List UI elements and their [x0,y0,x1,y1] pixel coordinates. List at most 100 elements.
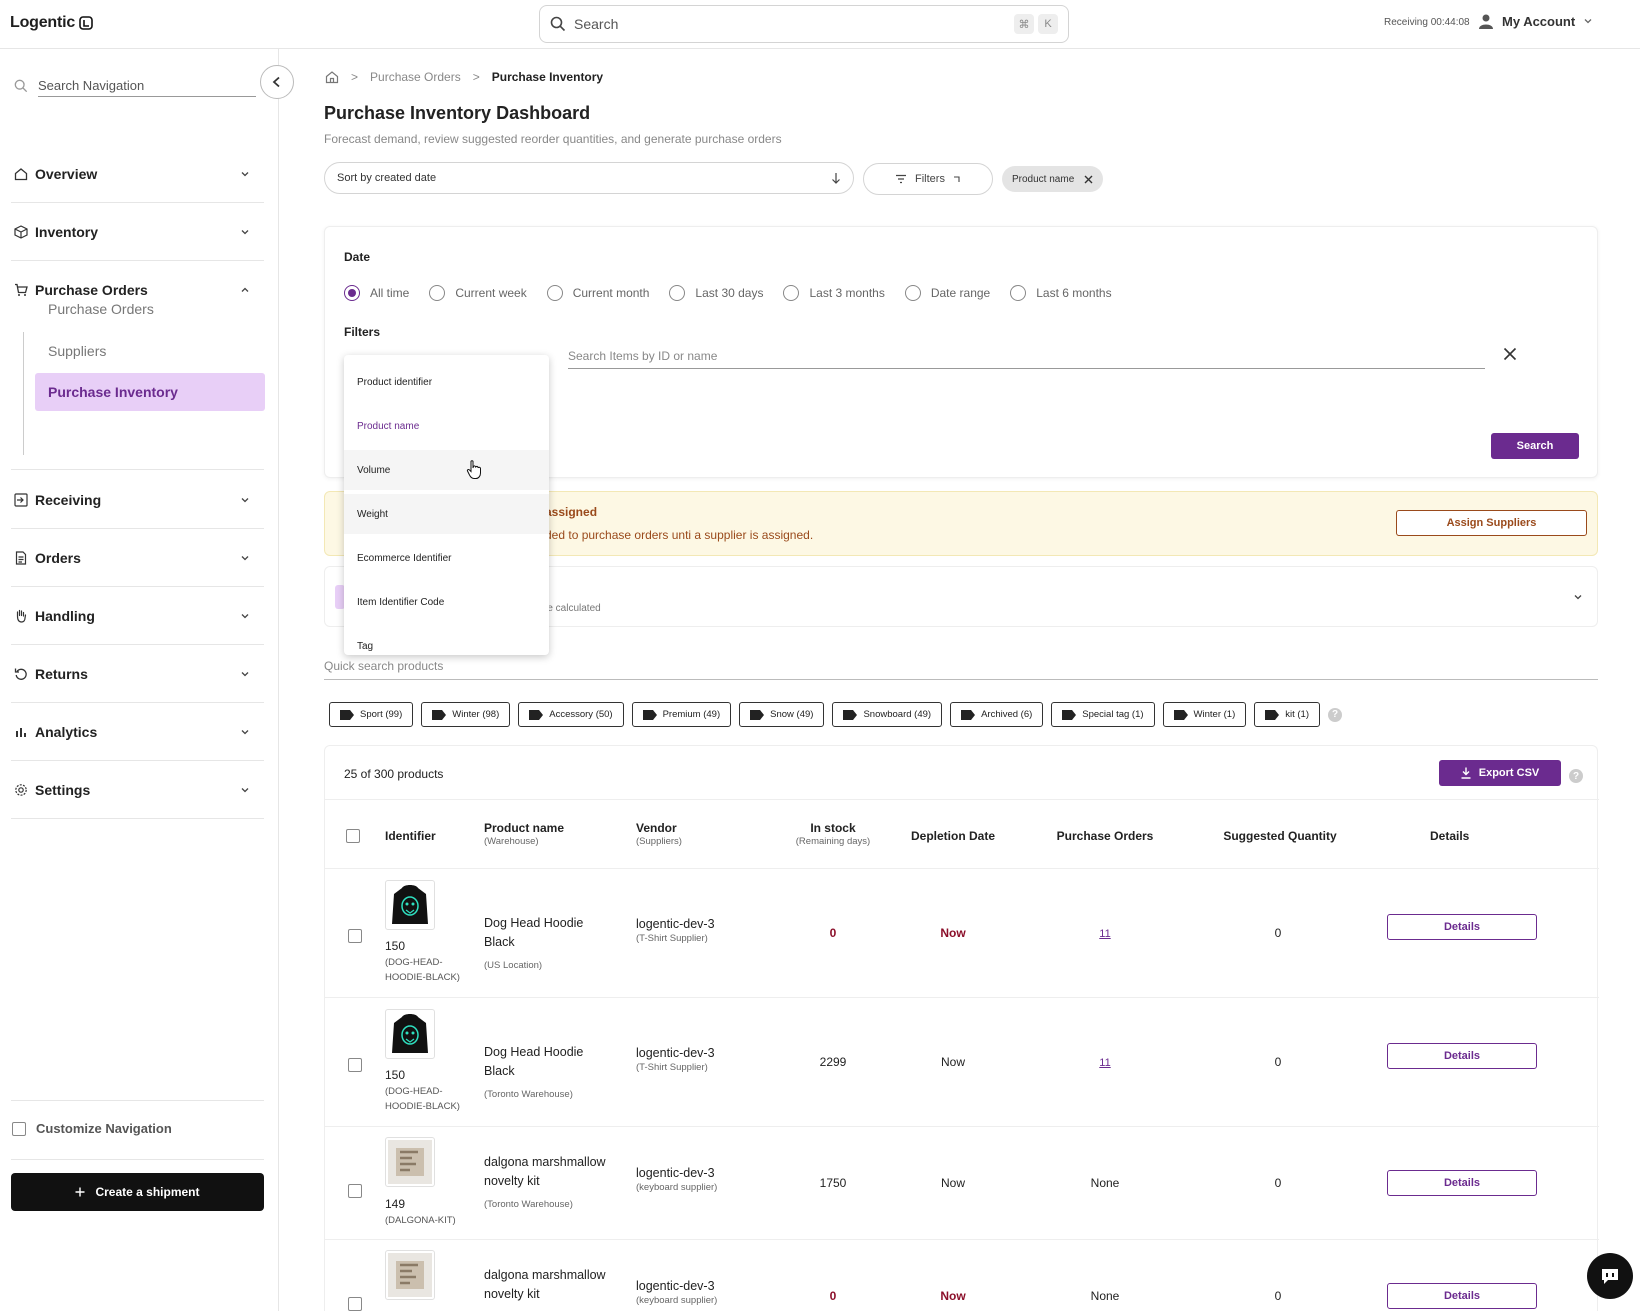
search-icon [14,79,28,93]
nav-section-returns[interactable]: Returns [11,645,264,703]
col-purchase-orders[interactable]: Purchase Orders [1030,829,1180,843]
nav-section-orders[interactable]: Orders [11,529,264,587]
radio-dot [1010,285,1027,301]
box-icon [13,224,29,240]
row-checkbox[interactable] [348,1184,362,1198]
chevron-down-icon [240,227,250,237]
item-search-input[interactable]: Search Items by ID or name [568,349,1485,369]
tag-chip[interactable]: Sport (99) [329,702,414,727]
home-icon[interactable] [325,70,339,84]
details-button[interactable]: Details [1387,1170,1537,1196]
radio-current-month[interactable]: Current month [546,285,649,301]
tag-icon [642,709,657,720]
col-suggested-quantity[interactable]: Suggested Quantity [1195,829,1365,843]
tag-chip[interactable]: kit (1) [1254,702,1320,727]
row-checkbox[interactable] [348,1297,362,1311]
dropdown-option-item-identifier-code[interactable]: Item Identifier Code [344,582,549,622]
nav-section-handling[interactable]: Handling [11,587,264,645]
nav-search[interactable]: Search Navigation [14,75,256,97]
tag-chip[interactable]: Snow (49) [739,702,825,727]
row-checkbox[interactable] [348,929,362,943]
radio-dot [546,285,563,301]
dropdown-option-tag[interactable]: Tag [344,626,549,655]
dropdown-option-product-name[interactable]: Product name [344,406,549,446]
close-icon[interactable] [1084,175,1093,184]
col-details: Details [1430,829,1470,843]
tag-chip[interactable]: Accessory (50) [518,702,624,727]
app-logo[interactable]: Logentic [10,14,93,32]
col-depletion-date[interactable]: Depletion Date [878,829,1028,843]
radio-last-3-months[interactable]: Last 3 months [783,285,885,301]
sidebar-item-purchase-inventory[interactable]: Purchase Inventory [35,373,265,411]
sidebar-item-suppliers[interactable]: Suppliers [48,343,106,359]
radio-date-range[interactable]: Date range [904,285,990,301]
row-checkbox[interactable] [348,1058,362,1072]
account-menu[interactable]: My Account [1478,13,1593,29]
radio-last-6-months[interactable]: Last 6 months [1010,285,1112,301]
hand-icon [13,608,29,624]
chat-support-button[interactable] [1587,1253,1633,1299]
nav-section-receiving[interactable]: Receiving [11,471,264,529]
sort-select[interactable]: Sort by created date [324,162,854,194]
filters-button[interactable]: Filters [863,163,993,195]
product-image[interactable] [385,880,435,930]
create-shipment-button[interactable]: Create a shipment [11,1173,264,1211]
breadcrumb-separator: > [351,70,359,84]
global-search-input[interactable]: Search ⌘ K [539,5,1069,43]
details-button[interactable]: Details [1387,914,1537,940]
nav-section-settings[interactable]: Settings [11,761,264,819]
details-button[interactable]: Details [1387,1043,1537,1069]
table-row: dalgona marshmallow novelty kit logentic… [325,1240,1599,1311]
radio-last-30-days[interactable]: Last 30 days [669,285,763,301]
radio-current-week[interactable]: Current week [429,285,527,301]
table-row: 149 (DALGONA-KIT) dalgona marshmallow nov… [325,1127,1599,1240]
quick-search-input[interactable]: Quick search products [324,659,1598,680]
chevron-down-icon [240,553,250,563]
customize-checkbox[interactable] [12,1121,26,1136]
assign-suppliers-button[interactable]: Assign Suppliers [1396,510,1587,536]
purchase-orders-link[interactable]: 11 [1099,1057,1110,1069]
col-in-stock[interactable]: In stock (Remaining days) [773,821,893,847]
sidebar-item-purchase-orders[interactable]: Purchase Orders [48,301,154,317]
purchase-orders-link[interactable]: 11 [1099,928,1110,940]
tag-chip[interactable]: Archived (6) [950,702,1044,727]
close-icon[interactable] [1503,347,1517,361]
search-button[interactable]: Search [1491,433,1579,459]
tag-chip[interactable]: Premium (49) [631,702,732,727]
tag-chip[interactable]: Special tag (1) [1051,702,1155,727]
chevron-up-icon [240,285,250,295]
product-image[interactable] [385,1137,435,1187]
radio-dot [783,285,800,301]
radio-all-time[interactable]: All time [344,285,409,301]
nav-search-input[interactable]: Search Navigation [38,75,256,97]
global-search-placeholder: Search [574,16,619,32]
dropdown-option-weight[interactable]: Weight [344,494,549,534]
breadcrumb-link[interactable]: Purchase Orders [370,70,461,84]
nav-section-overview[interactable]: Overview [11,145,264,203]
collapse-sidebar-button[interactable] [260,65,294,99]
tag-chip[interactable]: Winter (1) [1162,702,1247,727]
select-all-checkbox[interactable] [346,829,360,843]
dropdown-option-volume[interactable]: Volume [344,450,549,490]
tag-chip[interactable]: Snowboard (49) [832,702,943,727]
dropdown-option-product-identifier[interactable]: Product identifier [344,362,549,402]
col-vendor[interactable]: Vendor (Suppliers) [636,821,682,847]
customize-navigation-toggle[interactable]: Customize Navigation [12,1121,172,1136]
help-icon[interactable]: ? [1569,769,1583,783]
receiving-timer[interactable]: Receiving 00:44:08 [1384,17,1470,28]
dropdown-option-ecommerce-identifier[interactable]: Ecommerce Identifier [344,538,549,578]
col-product-name[interactable]: Product name (Warehouse) [484,821,564,847]
nav-section-inventory[interactable]: Inventory [11,203,264,261]
help-icon[interactable]: ? [1328,707,1342,722]
tag-chip[interactable]: Winter (98) [421,702,511,727]
product-image[interactable] [385,1250,435,1300]
chevron-down-icon [240,785,250,795]
row-purchase-orders: None [1090,1289,1120,1303]
product-image[interactable] [385,1009,435,1059]
row-vendor: logentic-dev-3 (T-Shirt Supplier) [636,1046,715,1073]
col-identifier[interactable]: Identifier [385,829,436,843]
tag-label: Accessory (50) [549,709,613,720]
nav-section-analytics[interactable]: Analytics [11,703,264,761]
details-button[interactable]: Details [1387,1283,1537,1309]
export-csv-button[interactable]: Export CSV [1439,760,1561,786]
